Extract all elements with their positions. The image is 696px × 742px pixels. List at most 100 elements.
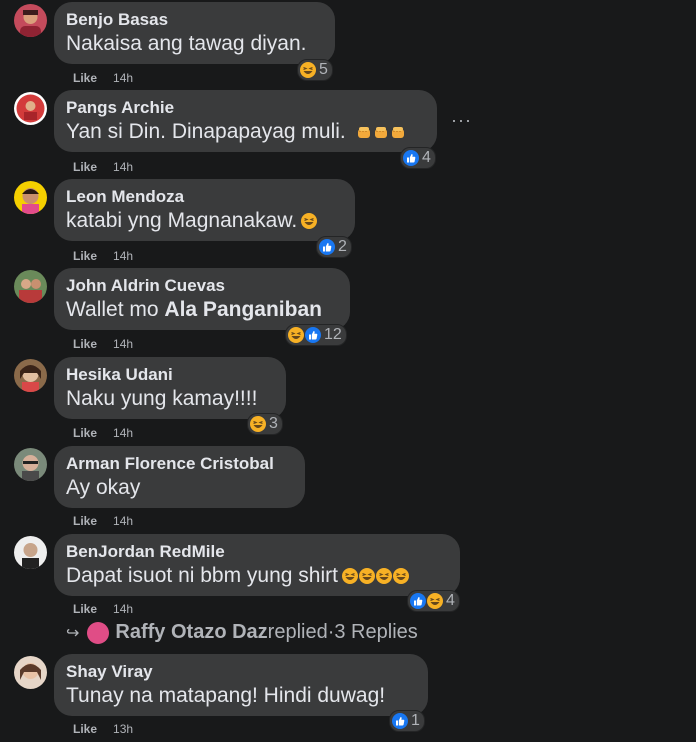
comment-text: Wallet mo Ala Panganiban	[66, 296, 338, 323]
comment-bubble: Hesika Udani Naku yung kamay!!!!	[54, 357, 286, 419]
more-icon[interactable]: ···	[451, 110, 472, 131]
timestamp[interactable]: 13h	[113, 722, 133, 736]
comment-actions: Like 13h	[73, 722, 133, 736]
comment-text: Naku yung kamay!!!!	[66, 387, 258, 410]
like-icon	[410, 593, 426, 609]
haha-icon	[342, 564, 358, 591]
timestamp[interactable]: 14h	[113, 337, 133, 351]
reaction-count: 3	[269, 415, 278, 432]
comment-text-content: Dapat isuot ni bbm yung shirt	[66, 564, 338, 587]
reaction-summary[interactable]: 4	[400, 147, 436, 169]
commenter-name[interactable]: Arman Florence Cristobal	[66, 454, 293, 474]
timestamp[interactable]: 14h	[113, 160, 133, 174]
commenter-name[interactable]: Shay Viray	[66, 662, 416, 682]
reply-arrow-icon: ↪	[66, 624, 80, 642]
reaction-summary[interactable]: 12	[285, 324, 347, 346]
haha-icon	[300, 62, 316, 78]
comment-bubble: Leon Mendoza katabi yng Magnanakaw.	[54, 179, 355, 241]
haha-icon	[301, 209, 317, 236]
haha-icon	[427, 593, 443, 609]
avatar[interactable]	[14, 656, 47, 689]
timestamp[interactable]: 14h	[113, 426, 133, 440]
replier-name[interactable]: Raffy Otazo Daz	[115, 621, 267, 644]
timestamp[interactable]: 14h	[113, 249, 133, 263]
comment-text: Yan si Din. Dinapapayag muli.	[66, 118, 425, 147]
reaction-summary[interactable]: 3	[247, 413, 283, 435]
like-icon	[403, 150, 419, 166]
avatar[interactable]	[14, 536, 47, 569]
comment-bubble: John Aldrin Cuevas Wallet mo Ala Pangani…	[54, 268, 350, 330]
comment-actions: Like 14h	[73, 337, 133, 351]
reaction-summary[interactable]: 4	[407, 590, 460, 612]
separator: ·	[327, 621, 335, 643]
reaction-summary[interactable]: 2	[316, 236, 352, 258]
reaction-count: 2	[338, 238, 347, 255]
avatar[interactable]	[14, 359, 47, 392]
haha-icon	[250, 416, 266, 432]
view-replies-link[interactable]: ↪ Raffy Otazo Daz replied · 3 Replies	[66, 621, 418, 644]
like-icon	[305, 327, 321, 343]
comment-bubble: Shay Viray Tunay na matapang! Hindi duwa…	[54, 654, 428, 716]
commenter-name[interactable]: Benjo Basas	[66, 10, 323, 30]
comment-bubble: Benjo Basas Nakaisa ang tawag diyan.	[54, 2, 335, 64]
like-button[interactable]: Like	[73, 249, 97, 263]
avatar[interactable]	[14, 92, 47, 125]
comment-actions: Like 14h	[73, 71, 133, 85]
haha-icon	[393, 564, 409, 591]
reaction-count: 1	[411, 712, 420, 729]
comment-actions: Like 14h	[73, 160, 133, 174]
reaction-count: 4	[446, 592, 455, 609]
comment-text: Nakaisa ang tawag diyan.	[66, 32, 307, 55]
avatar[interactable]	[14, 448, 47, 481]
reaction-count: 4	[422, 149, 431, 166]
comment-bubble: Arman Florence Cristobal Ay okay	[54, 446, 305, 508]
commenter-name[interactable]: Hesika Udani	[66, 365, 274, 385]
comment-bubble: BenJordan RedMile Dapat isuot ni bbm yun…	[54, 534, 460, 596]
commenter-name[interactable]: Pangs Archie	[66, 98, 425, 118]
replies-count[interactable]: 3 Replies	[334, 621, 417, 644]
comment-actions: Like 14h	[73, 602, 133, 616]
avatar[interactable]	[14, 181, 47, 214]
fist-icon	[390, 120, 406, 147]
fist-icon	[373, 120, 389, 147]
like-button[interactable]: Like	[73, 602, 97, 616]
comment-actions: Like 14h	[73, 426, 133, 440]
comment-text-content: katabi yng Magnanakaw.	[66, 209, 298, 232]
like-button[interactable]: Like	[73, 514, 97, 528]
timestamp[interactable]: 14h	[113, 602, 133, 616]
reaction-count: 5	[319, 61, 328, 78]
avatar	[87, 621, 110, 644]
avatar[interactable]	[14, 4, 47, 37]
comment-bubble: Pangs Archie Yan si Din. Dinapapayag mul…	[54, 90, 437, 152]
commenter-name[interactable]: Leon Mendoza	[66, 187, 343, 207]
replied-text: replied	[267, 621, 328, 643]
comment-text-content: Wallet mo	[66, 298, 165, 321]
comment-text: Ay okay	[66, 476, 141, 499]
like-button[interactable]: Like	[73, 71, 97, 85]
comment-text: katabi yng Magnanakaw.	[66, 207, 343, 236]
like-button[interactable]: Like	[73, 426, 97, 440]
haha-icon	[359, 564, 375, 591]
fist-icon	[356, 120, 372, 147]
timestamp[interactable]: 14h	[113, 514, 133, 528]
reaction-summary[interactable]: 1	[389, 710, 425, 732]
haha-icon	[376, 564, 392, 591]
mention-link[interactable]: Ala Panganiban	[164, 298, 322, 321]
like-icon	[319, 239, 335, 255]
comment-text: Tunay na matapang! Hindi duwag!	[66, 684, 386, 707]
avatar[interactable]	[14, 270, 47, 303]
comment-text: Dapat isuot ni bbm yung shirt	[66, 562, 448, 591]
like-button[interactable]: Like	[73, 337, 97, 351]
commenter-name[interactable]: BenJordan RedMile	[66, 542, 448, 562]
like-button[interactable]: Like	[73, 160, 97, 174]
like-button[interactable]: Like	[73, 722, 97, 736]
reaction-summary[interactable]: 5	[297, 59, 333, 81]
comment-text-content: Yan si Din. Dinapapayag muli.	[66, 120, 346, 143]
comment-actions: Like 14h	[73, 249, 133, 263]
timestamp[interactable]: 14h	[113, 71, 133, 85]
like-icon	[392, 713, 408, 729]
reaction-count: 12	[324, 326, 342, 343]
comment-actions: Like 14h	[73, 514, 133, 528]
haha-icon	[288, 327, 304, 343]
commenter-name[interactable]: John Aldrin Cuevas	[66, 276, 338, 296]
